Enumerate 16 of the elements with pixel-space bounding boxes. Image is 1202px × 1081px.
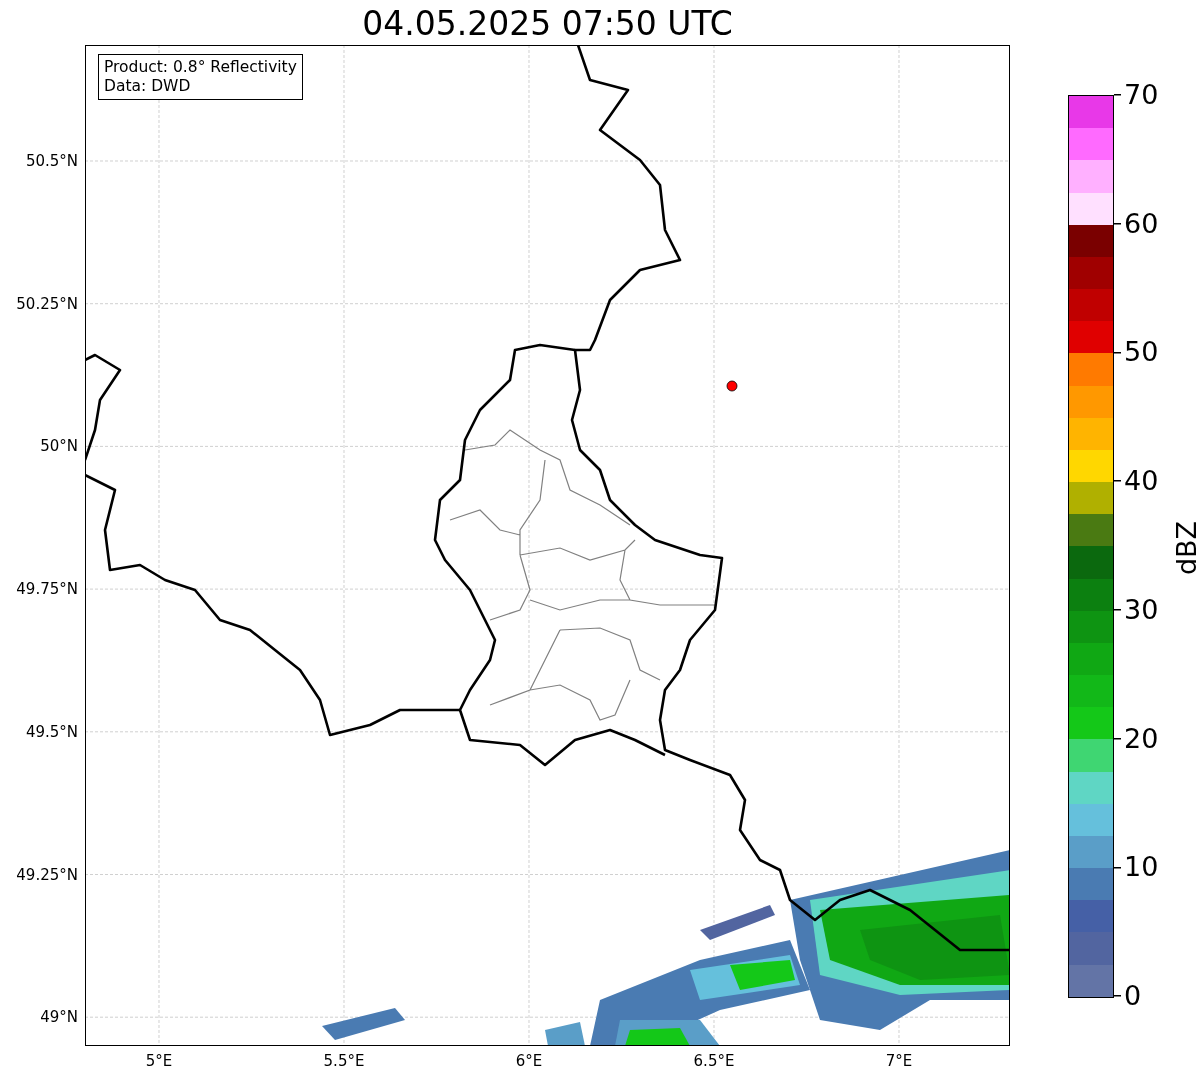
- legend-text: Data: DWD: [104, 77, 192, 96]
- axis-tick-label: 5°E: [144, 1052, 174, 1070]
- axis-tick-label: 50°N: [39, 437, 78, 456]
- scale-label: dBZ: [1171, 520, 1202, 576]
- axis-tick-label: 6.5°E: [692, 1052, 736, 1070]
- axis-tick-label: 50.5°N: [24, 152, 78, 170]
- axis-tick-label: 49.25°N: [15, 865, 78, 884]
- axis-tick-label: 7°E: [884, 1052, 914, 1070]
- axis-tick-label: 50.25°N: [15, 294, 78, 313]
- axis-tick-label: 5.5°E: [322, 1052, 366, 1070]
- axis-tick-label: 49.75°N: [15, 580, 78, 599]
- axis-tick-label: 49.5°N: [24, 722, 78, 741]
- chart-title: 04.05.2025 07:50 UTC: [361, 4, 734, 44]
- axis-tick-label: 49°N: [39, 1008, 78, 1027]
- legend-text: Product: 0.8° Reflectivity: [104, 58, 297, 77]
- axis-tick-label: 6°E: [514, 1052, 544, 1070]
